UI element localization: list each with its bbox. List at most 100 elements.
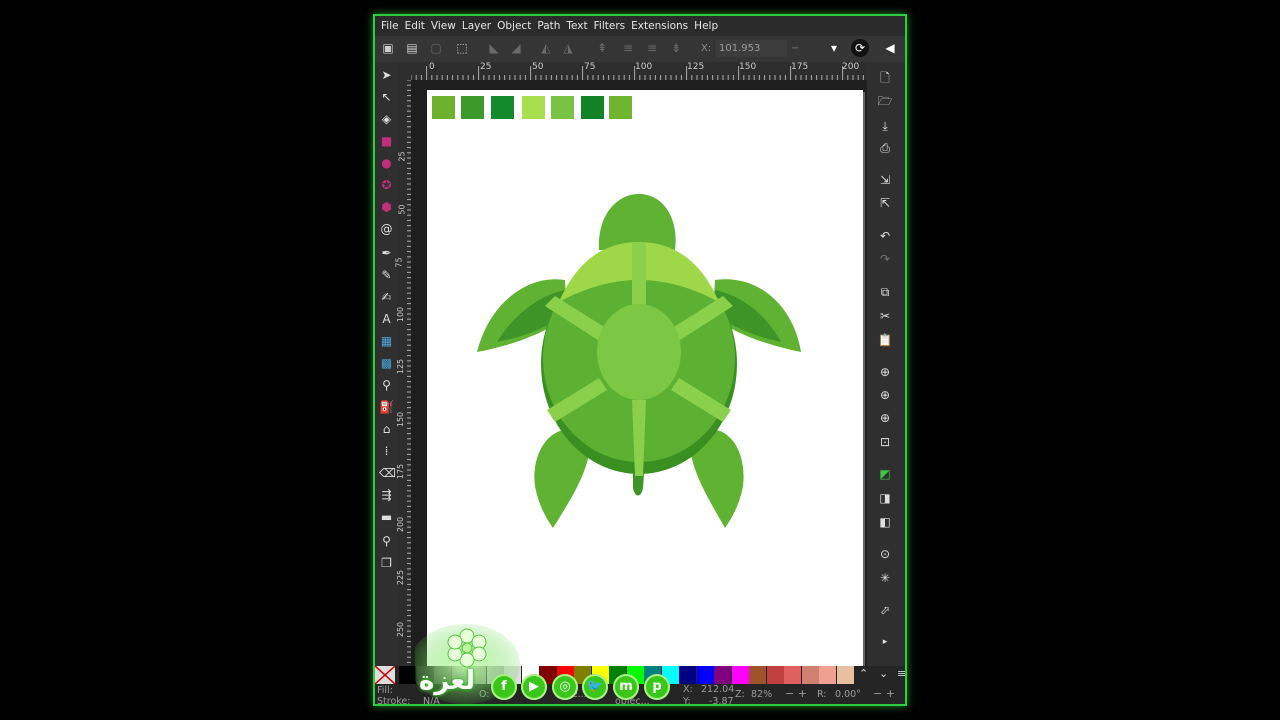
canvas[interactable]	[411, 80, 867, 666]
more-arrow-icon[interactable]: ▸	[877, 634, 893, 650]
turtle-illustration[interactable]	[427, 90, 863, 650]
tweak-tool-icon[interactable]: ◈	[379, 112, 394, 127]
palette-swatch[interactable]	[766, 666, 784, 684]
menu-extensions[interactable]: Extensions	[631, 20, 688, 32]
spray-tool-icon[interactable]: ⁞	[379, 444, 394, 459]
connector-tool-icon[interactable]: ⇶	[379, 488, 394, 503]
menu-file[interactable]: File	[381, 20, 399, 32]
menu-text[interactable]: Text	[566, 20, 587, 32]
save-icon[interactable]: ⤓	[877, 118, 893, 134]
x-input[interactable]: 101.953	[715, 40, 787, 57]
dropdown-icon[interactable]: ▾	[827, 41, 841, 55]
paint-bucket-tool-icon[interactable]: ⛽	[379, 400, 394, 415]
palette-swatch[interactable]	[836, 666, 854, 684]
menu-path[interactable]: Path	[537, 20, 560, 32]
palette-swatch[interactable]	[819, 666, 836, 684]
redo-icon[interactable]: ↷	[877, 251, 893, 267]
text-tool-icon[interactable]: A	[379, 312, 394, 327]
vertical-ruler[interactable]: 25 50 75 100 125 150 175 200 225 250	[395, 80, 412, 666]
spiral-tool-icon[interactable]: @	[379, 222, 394, 237]
palette-swatch[interactable]	[749, 666, 766, 684]
no-paint-swatch[interactable]	[375, 665, 396, 685]
undo-icon[interactable]: ↶	[877, 228, 893, 244]
fill-stroke-icon[interactable]: ⬀	[877, 602, 893, 618]
node-tool-icon[interactable]: ↖	[379, 90, 394, 105]
mesh-tool-icon[interactable]: ▩	[379, 356, 394, 371]
new-document-icon[interactable]: 🗋	[877, 70, 893, 86]
palette-swatch[interactable]	[801, 666, 819, 684]
flip-horizontal-icon[interactable]: ◭	[539, 41, 553, 55]
mastodon-icon[interactable]: m	[613, 674, 639, 700]
menu-layer[interactable]: Layer	[462, 20, 491, 32]
turtle-head[interactable]	[598, 194, 676, 250]
zoom-tool-icon[interactable]: ⚲	[379, 534, 394, 549]
zoom-stepper[interactable]: − +	[785, 687, 807, 700]
paste-icon[interactable]: 📋	[877, 332, 893, 348]
ellipse-tool-icon[interactable]: ●	[379, 156, 394, 171]
palette-up-icon[interactable]: ⌃	[859, 667, 868, 680]
rotate-value[interactable]: 0.00°	[835, 689, 861, 700]
instagram-icon[interactable]: ◎	[552, 674, 578, 700]
unlink-clone-icon[interactable]: ◧	[877, 514, 893, 530]
lower-icon[interactable]: ≡	[645, 41, 659, 55]
palette-menu-icon[interactable]: ≡	[897, 667, 905, 680]
selector-tool-icon[interactable]: ➤	[379, 68, 394, 83]
collapse-panel-icon[interactable]: ◀	[883, 41, 897, 55]
x-coordinate-field[interactable]: X: 101.953 − +	[701, 40, 807, 71]
zoom-page-icon[interactable]: ⊕	[877, 410, 893, 426]
zoom-value[interactable]: 82%	[751, 689, 772, 700]
youtube-icon[interactable]: ▶	[521, 674, 547, 700]
calligraphy-tool-icon[interactable]: ✍	[379, 290, 394, 305]
rotate-cw-icon[interactable]: ◢	[509, 41, 523, 55]
gradient-tool-icon[interactable]: ▦	[379, 334, 394, 349]
tweak-object-tool-icon[interactable]: ⌂	[379, 422, 394, 437]
patreon-icon[interactable]: p	[644, 674, 670, 700]
raise-top-icon[interactable]: ⇞	[595, 41, 609, 55]
rotate-ccw-icon[interactable]: ◣	[487, 41, 501, 55]
menu-help[interactable]: Help	[694, 20, 718, 32]
menu-view[interactable]: View	[431, 20, 456, 32]
flip-vertical-icon[interactable]: ◮	[561, 41, 575, 55]
3d-box-tool-icon[interactable]: ⬢	[379, 200, 394, 215]
pen-tool-icon[interactable]: ✒	[379, 246, 394, 261]
dropper-tool-icon[interactable]: ⚲	[379, 378, 394, 393]
rotate-stepper[interactable]: − +	[873, 687, 895, 700]
palette-swatch[interactable]	[731, 666, 749, 684]
menu-filters[interactable]: Filters	[594, 20, 625, 32]
menu-edit[interactable]: Edit	[405, 20, 425, 32]
horizontal-ruler[interactable]: 0 25 50 75 100 125 150 175 200	[411, 62, 867, 81]
palette-swatch[interactable]	[399, 666, 416, 684]
twitter-icon[interactable]: 🐦	[582, 674, 608, 700]
palette-swatch[interactable]	[784, 666, 801, 684]
export-icon[interactable]: ⇱	[877, 195, 893, 211]
measure-tool-icon[interactable]: ▬	[379, 510, 394, 525]
snap-toggle-icon[interactable]: ⟳	[851, 39, 869, 57]
document-page[interactable]	[427, 90, 863, 666]
palette-down-icon[interactable]: ⌄	[879, 667, 888, 680]
menu-object[interactable]: Object	[497, 20, 531, 32]
zoom-selection-icon[interactable]: ⊕	[877, 364, 893, 380]
select-all-icon[interactable]: ▣	[381, 41, 395, 55]
copy-icon[interactable]: ⧉	[877, 284, 893, 300]
star-tool-icon[interactable]: ✪	[379, 178, 394, 193]
cut-icon[interactable]: ✂	[877, 308, 893, 324]
palette-swatch[interactable]	[679, 666, 696, 684]
palette-swatch[interactable]	[714, 666, 731, 684]
rectangle-tool-icon[interactable]: ■	[379, 134, 394, 149]
zoom-drawing-icon[interactable]: ⊕	[877, 387, 893, 403]
ungroup-icon[interactable]: ✳	[877, 570, 893, 586]
deselect-icon[interactable]: ▢	[429, 41, 443, 55]
facebook-icon[interactable]: f	[491, 674, 517, 700]
pages-tool-icon[interactable]: ❐	[379, 556, 394, 571]
open-document-icon[interactable]: 🗁	[877, 93, 893, 109]
raise-icon[interactable]: ≡	[621, 41, 635, 55]
group-icon[interactable]: ⊙	[877, 546, 893, 562]
print-icon[interactable]: ⎙	[877, 140, 893, 156]
import-icon[interactable]: ⇲	[877, 172, 893, 188]
pencil-tool-icon[interactable]: ✎	[379, 268, 394, 283]
eraser-tool-icon[interactable]: ⌫	[379, 466, 396, 481]
touch-select-icon[interactable]: ⬚	[455, 41, 469, 55]
duplicate-icon[interactable]: ◩	[877, 466, 893, 482]
zoom-center-icon[interactable]: ⊡	[877, 434, 893, 450]
turtle-shell[interactable]	[541, 242, 737, 476]
